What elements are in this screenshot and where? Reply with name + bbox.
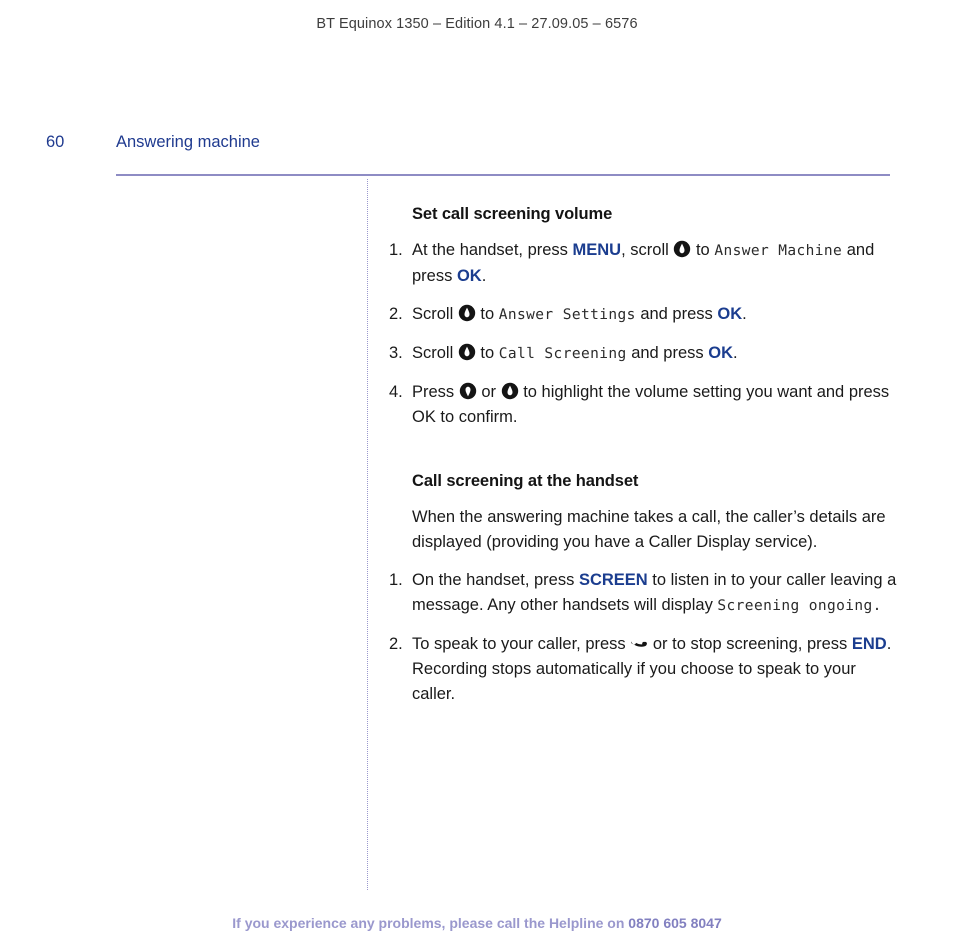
step-text: and press [626, 344, 709, 362]
section-heading: Set call screening volume [412, 205, 613, 223]
numbered-step: 1. On the handset, press SCREEN to listen… [389, 568, 899, 619]
step-text: On the handset, press [412, 571, 579, 589]
keypress-label-end: END [851, 635, 887, 653]
scroll-up-icon [458, 343, 476, 361]
scroll-up-icon [673, 240, 691, 258]
footer-phone-number: 0870 605 8047 [628, 915, 722, 931]
lcd-display-text: Call Screening [498, 346, 627, 362]
step-text: or [476, 383, 501, 401]
page-number: 60 [46, 133, 65, 151]
step-body: Scroll to Call Screening and press OK. [412, 343, 738, 362]
step-body: To speak to your caller, press or to sto… [412, 635, 891, 703]
step-text: Scroll [412, 344, 458, 362]
step-number: 1. [389, 241, 403, 259]
step-number: 4. [389, 383, 403, 401]
section-heading: Call screening at the handset [412, 472, 639, 490]
step-text: Scroll [412, 305, 458, 323]
step-text: to [475, 305, 499, 323]
page-footer: If you experience any problems, please c… [0, 915, 954, 931]
step-text: and press [635, 305, 718, 323]
keypress-label-menu: MENU [572, 241, 622, 259]
step-number: 3. [389, 344, 403, 362]
step-number: 2. [389, 635, 403, 653]
keypress-label-ok: OK [717, 305, 743, 323]
numbered-step: 2. Scroll to Answer Settings and press OK… [389, 302, 899, 328]
footer-text: If you experience any problems, please c… [232, 915, 629, 931]
numbered-step: 2. To speak to your caller, press or to s… [389, 632, 899, 707]
step-body: Scroll to Answer Settings and press OK. [412, 304, 747, 323]
lcd-display-text: Answer Settings [498, 307, 636, 323]
numbered-step: 4. Press or to highlight the volume setti… [389, 380, 899, 430]
scroll-down-icon [459, 382, 477, 400]
step-text: or to stop screening, press [648, 635, 852, 653]
step-text: . [742, 305, 747, 323]
keypress-label-ok: OK [708, 344, 733, 362]
step-body: Press or to highlight the volume setting… [412, 382, 889, 426]
step-text: . [481, 267, 487, 285]
step-text: to [475, 344, 499, 362]
scroll-up-icon [501, 382, 519, 400]
numbered-step: 3. Scroll to Call Screening and press OK. [389, 341, 899, 367]
step-body: On the handset, press SCREEN to listen i… [412, 571, 896, 614]
step-text: . [733, 344, 738, 362]
running-head: BT Equinox 1350 – Edition 4.1 – 27.09.05… [316, 16, 638, 32]
numbered-step: 1. At the handset, press MENU, scroll to … [389, 238, 899, 289]
page-header: 60 Answering machine [46, 133, 906, 161]
step-text: to [691, 241, 715, 259]
keypress-label-screen: SCREEN [578, 571, 648, 589]
lcd-display-text: Screening ongoing. [717, 598, 882, 614]
section-paragraph: When the answering machine takes a call,… [412, 508, 886, 551]
scroll-up-icon [458, 304, 476, 322]
step-number: 1. [389, 571, 403, 589]
chapter-title: Answering machine [116, 133, 260, 151]
header-rule [116, 174, 890, 176]
keypress-label-ok: OK [456, 267, 482, 285]
step-text: At the handset, press [412, 241, 573, 259]
step-body: At the handset, press MENU, scroll to An… [412, 240, 874, 285]
main-content: Set call screening volume 1. At the handse… [389, 205, 899, 720]
column-divider [367, 179, 368, 890]
step-text: To speak to your caller, press [412, 635, 631, 653]
step-text: Press [412, 383, 459, 401]
phone-handset-icon [630, 634, 648, 652]
lcd-display-text: Answer Machine [714, 243, 843, 259]
step-text: , scroll [621, 241, 674, 259]
step-number: 2. [389, 305, 403, 323]
